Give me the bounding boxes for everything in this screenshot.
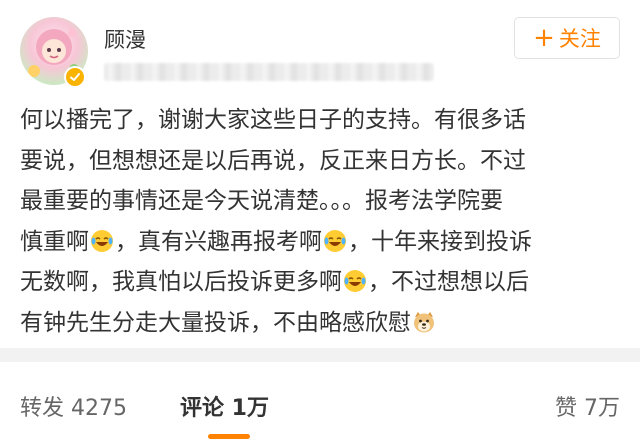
verified-badge-icon: [64, 66, 86, 88]
post-text-segment: 有钟先生分走大量投诉，不由略感欣慰: [20, 309, 411, 336]
post-line: 慎重啊 ，真有兴趣再报考啊 ，十年来接到投诉: [20, 222, 624, 263]
comment-tab[interactable]: 评论 1万: [180, 390, 269, 422]
laughing-tears-emoji-icon: [324, 229, 346, 252]
author-name[interactable]: 顾漫: [104, 24, 146, 54]
section-divider: [0, 348, 640, 362]
action-bar: 转发 4275 评论 1万 赞 7万: [0, 362, 640, 442]
doge-emoji-icon: [414, 311, 434, 332]
repost-tab[interactable]: 转发 4275: [20, 390, 127, 422]
post-body: 何以播完了，谢谢大家这些日子的支持。有很多话 要说，但想想还是以后再说，反正来日…: [20, 100, 624, 343]
follow-button[interactable]: + 关注: [514, 17, 620, 59]
post-line: 有钟先生分走大量投诉，不由略感欣慰: [20, 303, 624, 344]
checkmark-icon: [70, 73, 80, 81]
post-text-segment: 无数啊，我真怕以后投诉更多啊: [20, 269, 342, 295]
post-meta-blurred: [104, 63, 434, 81]
laughing-tears-emoji-icon: [344, 270, 366, 292]
post-line: 何以播完了，谢谢大家这些日子的支持。有很多话: [20, 107, 526, 133]
post-line: 要说，但想想还是以后再说，反正来日方长。不过: [20, 147, 526, 174]
post-line: 最重要的事情还是今天说清楚。。。报考法学院要: [20, 188, 503, 214]
active-tab-indicator: [208, 434, 250, 439]
post-text-segment: ，不过想想以后: [368, 269, 529, 295]
laughing-tears-emoji-icon: [91, 229, 113, 252]
post-text-segment: ，十年来接到投诉: [348, 228, 532, 255]
plus-icon: +: [533, 23, 555, 53]
follow-label: 关注: [558, 27, 601, 51]
post-text-segment: ，真有兴趣再报考啊: [115, 228, 322, 255]
post-line: 无数啊，我真怕以后投诉更多啊 ，不过想想以后: [20, 262, 624, 303]
like-tab[interactable]: 赞 7万: [555, 390, 620, 422]
post-text-segment: 慎重啊: [20, 228, 89, 255]
